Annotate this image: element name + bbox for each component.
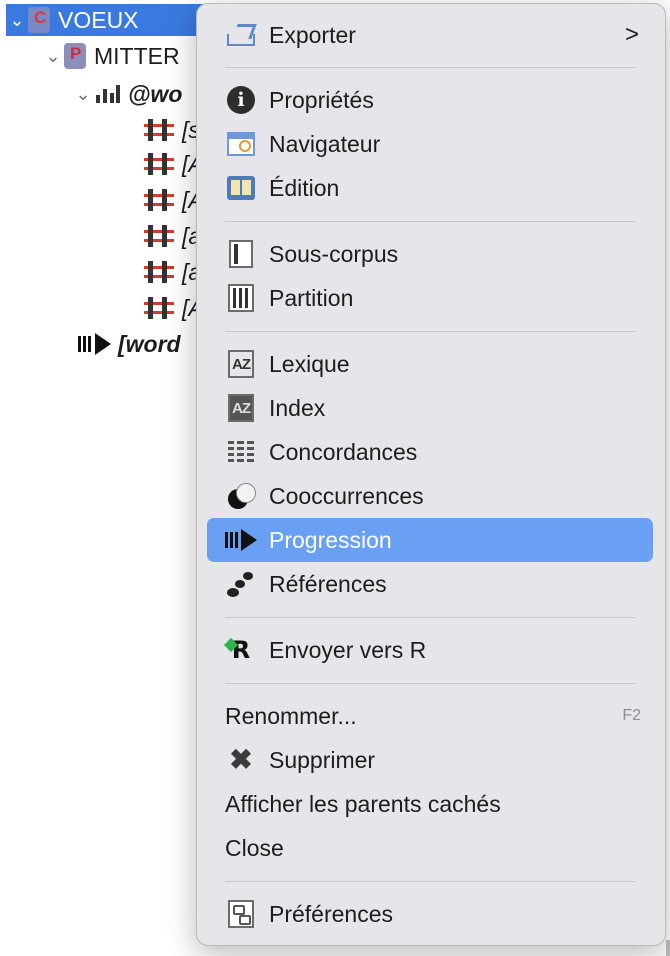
tree-item-partition[interactable]: ⌄ MITTER — [42, 40, 180, 72]
menu-item-delete[interactable]: ✖ Supprimer — [207, 738, 653, 782]
info-icon: i — [225, 84, 257, 116]
subcorpus-icon — [144, 261, 174, 283]
partition-icon — [225, 282, 257, 314]
tree-item-subcorpus[interactable]: [s — [144, 114, 200, 146]
subcorpus-icon — [144, 119, 174, 141]
menu-item-show-hidden-parents[interactable]: Afficher les parents cachés — [207, 782, 653, 826]
menu-item-send-to-r[interactable]: R Envoyer vers R — [207, 628, 653, 672]
chevron-right-icon: > — [624, 21, 639, 48]
subcorpus-icon — [144, 297, 174, 319]
navigator-icon — [225, 128, 257, 160]
menu-item-properties[interactable]: i Propriétés — [207, 78, 653, 122]
book-icon — [225, 172, 257, 204]
subcorpus-icon — [144, 189, 174, 211]
menu-item-references[interactable]: Références — [207, 562, 653, 606]
chevron-down-icon[interactable]: ⌄ — [42, 46, 64, 67]
export-icon — [225, 19, 257, 51]
menu-item-subcorpus[interactable]: Sous-corpus — [207, 232, 653, 276]
tree-item-subcorpus[interactable]: [A — [144, 148, 204, 180]
menu-item-progression[interactable]: Progression — [207, 518, 653, 562]
menu-item-close[interactable]: Close — [207, 826, 653, 870]
tree-item-subcorpus[interactable]: [a — [144, 256, 201, 288]
menu-item-index[interactable]: AZ Index — [207, 386, 653, 430]
tree-item-label: MITTER — [94, 42, 180, 69]
menu-separator — [225, 67, 635, 68]
menu-item-rename[interactable]: Renommer... F2 — [207, 694, 653, 738]
menu-item-concordances[interactable]: Concordances — [207, 430, 653, 474]
subcorpus-icon — [144, 153, 174, 175]
cooccurrence-icon — [225, 480, 257, 512]
menu-separator — [225, 221, 635, 222]
progression-icon — [78, 333, 112, 355]
menu-item-edition[interactable]: Édition — [207, 166, 653, 210]
chevron-down-icon[interactable]: ⌄ — [6, 10, 28, 31]
chevron-down-icon[interactable]: ⌄ — [72, 84, 94, 105]
menu-separator — [225, 683, 635, 684]
delete-icon: ✖ — [229, 744, 253, 775]
menu-separator — [225, 617, 635, 618]
scrollbar[interactable] — [666, 940, 670, 956]
tree-item-structure[interactable]: ⌄ @wo — [72, 78, 182, 110]
menu-item-partition[interactable]: Partition — [207, 276, 653, 320]
az-icon: AZ — [225, 348, 257, 380]
structure-icon — [94, 83, 120, 105]
menu-item-cooccurrences[interactable]: Cooccurrences — [207, 474, 653, 518]
menu-item-lexicon[interactable]: AZ Lexique — [207, 342, 653, 386]
subcorpus-icon — [225, 238, 257, 270]
az-inverse-icon: AZ — [225, 392, 257, 424]
menu-separator — [225, 881, 635, 882]
tree-item-label: VOEUX — [58, 6, 139, 33]
menu-item-preferences[interactable]: Préférences — [207, 892, 653, 936]
subcorpus-icon — [144, 225, 174, 247]
tree-item-label: [word — [118, 330, 181, 357]
shortcut-label: F2 — [622, 707, 641, 724]
progression-icon — [225, 524, 257, 556]
concordance-icon — [225, 436, 257, 468]
tree-item-subcorpus[interactable]: [A — [144, 292, 204, 324]
partition-icon — [64, 43, 86, 69]
tree-item-progression[interactable]: [word — [78, 328, 181, 360]
menu-item-export[interactable]: Exporter > — [207, 13, 653, 57]
corpus-icon — [28, 7, 50, 33]
menu-item-navigator[interactable]: Navigateur — [207, 122, 653, 166]
tree-item-subcorpus[interactable]: [A — [144, 184, 204, 216]
menu-separator — [225, 331, 635, 332]
context-menu: Exporter > i Propriétés Navigateur Éditi… — [196, 3, 666, 946]
r-icon: R — [225, 634, 257, 666]
tree-item-label: @wo — [128, 80, 183, 107]
preferences-icon — [225, 898, 257, 930]
references-icon — [225, 568, 257, 600]
tree-item-subcorpus[interactable]: [a — [144, 220, 201, 252]
